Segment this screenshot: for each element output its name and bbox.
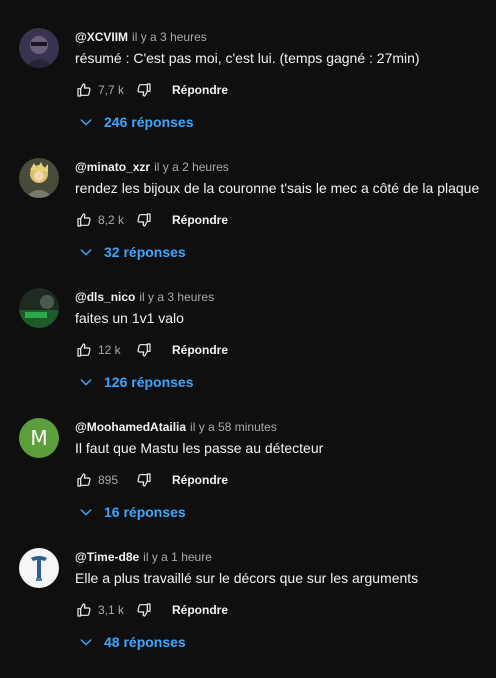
thumbs-up-icon: [77, 473, 91, 487]
comment-actions: 8,2 k Répondre: [75, 210, 228, 230]
chevron-down-icon: [77, 113, 95, 131]
replies-count-label: 16 réponses: [104, 504, 186, 520]
avatar[interactable]: [19, 28, 59, 68]
comment-text: faites un 1v1 valo: [75, 310, 184, 326]
like-button[interactable]: [75, 601, 93, 619]
comment-header: @XCVIIM il y a 3 heures: [75, 29, 207, 45]
thumbs-down-icon: [137, 603, 151, 617]
comment-text: Il faut que Mastu les passe au détecteur: [75, 440, 324, 456]
author-name[interactable]: @MoohamedAtailia: [75, 420, 186, 434]
chevron-down-icon: [77, 633, 95, 651]
replies-count-label: 48 réponses: [104, 634, 186, 650]
comment-thread: @Time-d8e il y a 1 heure Elle a plus trav…: [0, 548, 496, 678]
avatar[interactable]: [19, 158, 59, 198]
like-button[interactable]: [75, 471, 93, 489]
comment-actions: 12 k Répondre: [75, 340, 228, 360]
comment-thread: @XCVIIM il y a 3 heures résumé : C'est pa…: [0, 28, 496, 158]
thumbs-up-icon: [77, 213, 91, 227]
comment-actions: 7,7 k Répondre: [75, 80, 228, 100]
like-button[interactable]: [75, 81, 93, 99]
avatar[interactable]: [19, 288, 59, 328]
reply-button[interactable]: Répondre: [172, 343, 228, 357]
timestamp[interactable]: il y a 3 heures: [132, 30, 207, 44]
dislike-button[interactable]: [135, 471, 153, 489]
comment-header: @MoohamedAtailia il y a 58 minutes: [75, 419, 277, 435]
timestamp[interactable]: il y a 2 heures: [154, 160, 229, 174]
timestamp[interactable]: il y a 58 minutes: [190, 420, 277, 434]
like-count: 12 k: [98, 343, 121, 357]
like-count: 895: [98, 473, 119, 487]
view-replies-button[interactable]: 48 réponses: [77, 632, 186, 652]
author-name[interactable]: @Time-d8e: [75, 550, 139, 564]
thumbs-up-icon: [77, 603, 91, 617]
avatar[interactable]: [19, 548, 59, 588]
thumbs-down-icon: [137, 83, 151, 97]
like-button[interactable]: [75, 341, 93, 359]
avatar[interactable]: M: [19, 418, 59, 458]
dislike-button[interactable]: [135, 341, 153, 359]
replies-count-label: 32 réponses: [104, 244, 186, 260]
comment-text: Elle a plus travaillé sur le décors que …: [75, 570, 419, 586]
author-name[interactable]: @dls_nico: [75, 290, 135, 304]
comment-text: résumé : C'est pas moi, c'est lui. (temp…: [75, 50, 420, 66]
dislike-button[interactable]: [135, 211, 153, 229]
comment-thread: @minato_xzr il y a 2 heures rendez les bi…: [0, 158, 496, 288]
chevron-down-icon: [77, 243, 95, 261]
avatar-letter: M: [30, 426, 48, 450]
timestamp[interactable]: il y a 1 heure: [143, 550, 212, 564]
timestamp[interactable]: il y a 3 heures: [139, 290, 214, 304]
comment-header: @minato_xzr il y a 2 heures: [75, 159, 229, 175]
comment-actions: 895 Répondre: [75, 470, 228, 490]
dislike-button[interactable]: [135, 601, 153, 619]
like-count: 8,2 k: [98, 213, 125, 227]
view-replies-button[interactable]: 246 réponses: [77, 112, 194, 132]
author-name[interactable]: @XCVIIM: [75, 30, 128, 44]
thumbs-up-icon: [77, 83, 91, 97]
comment-thread: @dls_nico il y a 3 heures faites un 1v1 v…: [0, 288, 496, 418]
comment-thread: M @MoohamedAtailia il y a 58 minutes Il f…: [0, 418, 496, 548]
reply-button[interactable]: Répondre: [172, 213, 228, 227]
thumbs-up-icon: [77, 343, 91, 357]
like-button[interactable]: [75, 211, 93, 229]
like-count: 7,7 k: [98, 83, 125, 97]
like-count: 3,1 k: [98, 603, 125, 617]
thumbs-down-icon: [137, 473, 151, 487]
view-replies-button[interactable]: 16 réponses: [77, 502, 186, 522]
replies-count-label: 126 réponses: [104, 374, 194, 390]
comment-header: @Time-d8e il y a 1 heure: [75, 549, 212, 565]
comment-actions: 3,1 k Répondre: [75, 600, 228, 620]
comment-text: rendez les bijoux de la couronne t'sais …: [75, 180, 480, 196]
reply-button[interactable]: Répondre: [172, 603, 228, 617]
author-name[interactable]: @minato_xzr: [75, 160, 150, 174]
chevron-down-icon: [77, 503, 95, 521]
reply-button[interactable]: Répondre: [172, 83, 228, 97]
view-replies-button[interactable]: 126 réponses: [77, 372, 194, 392]
replies-count-label: 246 réponses: [104, 114, 194, 130]
comment-header: @dls_nico il y a 3 heures: [75, 289, 214, 305]
view-replies-button[interactable]: 32 réponses: [77, 242, 186, 262]
thumbs-down-icon: [137, 213, 151, 227]
chevron-down-icon: [77, 373, 95, 391]
dislike-button[interactable]: [135, 81, 153, 99]
reply-button[interactable]: Répondre: [172, 473, 228, 487]
thumbs-down-icon: [137, 343, 151, 357]
